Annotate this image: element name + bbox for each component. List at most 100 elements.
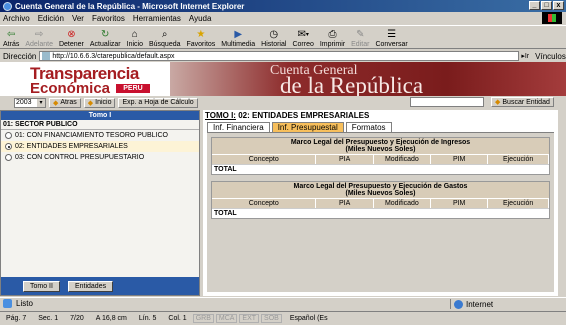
forward-arrow-icon: ⇨ — [34, 29, 44, 40]
address-input[interactable]: http://10.6.6.3/ctarepublica/default.asp… — [39, 51, 520, 61]
security-zone: Internet — [450, 299, 550, 309]
forward-button[interactable]: ⇨ Adelante — [22, 24, 56, 48]
banner-title-line2: de la República — [280, 73, 424, 96]
word-status-bar: Pág. 7 Sec. 1 7/20 A 16,8 cm Lín. 5 Col.… — [0, 311, 566, 325]
status-bar: Listo Internet — [0, 297, 566, 309]
menu-favoritos[interactable]: Favoritos — [92, 14, 125, 23]
word-pages: 7/20 — [70, 315, 84, 322]
menu-edicion[interactable]: Edición — [38, 14, 64, 23]
option-control-presupuestario[interactable]: 03: CON CONTROL PRESUPUESTARIO — [1, 152, 199, 163]
history-button[interactable]: ◷ Historial — [258, 24, 289, 48]
option-entidades-empresariales[interactable]: 02: ENTIDADES EMPRESARIALES — [1, 141, 199, 152]
home-button[interactable]: ⌂ Inicio — [124, 24, 146, 48]
discuss-label: Conversar — [375, 41, 408, 48]
content-panel: TOMO I: 02: ENTIDADES EMPRESARIALES Inf.… — [203, 110, 558, 296]
option-label: 02: ENTIDADES EMPRESARIALES — [15, 143, 128, 150]
col-modificado: Modificado — [374, 199, 432, 208]
ingresos-table: Marco Legal del Presupuesto y Ejecución … — [211, 137, 550, 175]
word-page: Pág. 7 — [6, 315, 27, 322]
discuss-button[interactable]: ☰ Conversar — [372, 24, 410, 48]
discuss-icon: ☰ — [387, 29, 397, 40]
word-position: A 16,8 cm — [95, 315, 127, 322]
col-concepto: Concepto — [212, 199, 317, 208]
table-header-row: Concepto PIA Modificado PIM Ejecución — [212, 198, 549, 208]
refresh-button[interactable]: ↻ Actualizar — [87, 24, 124, 48]
tab-inf-financiera[interactable]: Inf. Financiera — [207, 122, 270, 132]
sector-label: 01: SECTOR PUBLICO — [1, 120, 199, 130]
mail-icon: ✉ ▾ — [297, 29, 309, 40]
table-row: TOTAL — [212, 208, 549, 218]
mail-label: Correo — [292, 41, 314, 48]
left-footer: Tomo II Entidades — [1, 277, 199, 295]
entidades-button[interactable]: Entidades — [67, 280, 114, 292]
favorites-icon: ★ — [196, 29, 206, 40]
menu-ver[interactable]: Ver — [72, 14, 84, 23]
back-button[interactable]: ⇦ Atrás — [0, 24, 22, 48]
edit-icon: ✎ — [356, 29, 365, 40]
edit-button[interactable]: ✎ Editar — [348, 24, 372, 48]
word-ext[interactable]: EXT — [239, 314, 260, 323]
back-arrow-icon: ⇦ — [6, 29, 16, 40]
print-button[interactable]: ⎙ Imprimir — [317, 24, 348, 48]
word-section: Sec. 1 — [38, 315, 59, 322]
zone-label: Internet — [466, 299, 494, 309]
page-done-icon — [3, 299, 12, 308]
menu-archivo[interactable]: Archivo — [3, 14, 30, 23]
ie-icon — [3, 1, 12, 11]
entity-search-input[interactable] — [410, 97, 484, 107]
address-bar: Dirección http://10.6.6.3/ctarepublica/d… — [0, 50, 566, 62]
menu-herramientas[interactable]: Herramientas — [133, 14, 181, 23]
radio-button[interactable] — [5, 154, 12, 161]
page-icon — [42, 52, 51, 60]
radio-button[interactable] — [5, 132, 12, 139]
year-select[interactable]: 2003 ▾ — [14, 97, 46, 108]
window-titlebar: Cuenta General de la República - Microso… — [0, 0, 566, 12]
close-button[interactable]: x — [553, 1, 564, 10]
word-ovr[interactable]: SOB — [261, 314, 282, 323]
word-column: Col. 1 — [168, 315, 187, 322]
tab-inf-presupuestal[interactable]: Inf. Presupuestal — [271, 122, 344, 132]
favorites-button[interactable]: ★ Favoritos — [184, 24, 219, 48]
history-label: Historial — [261, 41, 287, 48]
search-label: Búsqueda — [148, 41, 181, 48]
site-nav: 2003 ▾ ◆ Atras ◆ Inicio Exp. a Hoja de Cál… — [0, 96, 566, 109]
home-nav-button[interactable]: ◆ Inicio — [83, 97, 116, 108]
tab-formatos[interactable]: Formatos — [345, 122, 392, 132]
search-button[interactable]: ⌕ Búsqueda — [146, 24, 184, 48]
go-button[interactable]: ▸Ir — [521, 52, 529, 60]
links-button[interactable]: Vínculos — [535, 52, 566, 61]
table-subtitle: (Miles Nuevos Soles) — [212, 190, 549, 198]
stop-label: Detener — [58, 41, 84, 48]
table-title: Marco Legal del Presupuesto y Ejecución … — [212, 182, 549, 190]
mail-button[interactable]: ✉ ▾ Correo — [289, 24, 316, 48]
gastos-table: Marco Legal del Presupuesto y Ejecución … — [211, 181, 550, 219]
tab-strip: Inf. Financiera Inf. Presupuestal Format… — [207, 122, 558, 132]
col-pim: PIM — [431, 199, 489, 208]
word-rec[interactable]: GRB — [192, 314, 214, 323]
menu-ayuda[interactable]: Ayuda — [189, 14, 212, 23]
minimize-button[interactable]: _ — [529, 1, 540, 10]
radio-button-selected[interactable] — [5, 143, 12, 150]
go-label: Ir — [524, 53, 530, 60]
col-concepto: Concepto — [212, 155, 317, 164]
option-tesoro-publico[interactable]: 01: CON FINANCIAMIENTO TESORO PUBLICO — [1, 130, 199, 141]
tomo-tree-panel: Tomo I 01: SECTOR PUBLICO 01: CON FINANC… — [0, 110, 200, 296]
tomo-title-text: 02: ENTIDADES EMPRESARIALES — [238, 111, 370, 120]
refresh-icon: ↻ — [101, 29, 110, 40]
logo-badge: PERU — [116, 84, 150, 93]
address-url: http://10.6.6.3/ctarepublica/default.asp… — [52, 52, 175, 60]
tomo-ii-button[interactable]: Tomo II — [23, 280, 60, 292]
maximize-button[interactable]: □ — [541, 1, 552, 10]
back-nav-button[interactable]: ◆ Atras — [49, 97, 81, 108]
print-label: Imprimir — [319, 41, 346, 48]
search-icon: ⌕ — [161, 29, 168, 40]
stop-button[interactable]: ⊗ Detener — [56, 24, 87, 48]
forward-label: Adelante — [25, 41, 53, 48]
globe-icon — [454, 299, 463, 309]
media-button[interactable]: ▶ Multimedia — [218, 24, 258, 48]
tab-content: Marco Legal del Presupuesto y Ejecución … — [207, 132, 554, 292]
word-trk[interactable]: MCA — [215, 314, 238, 323]
search-entity-button[interactable]: ◆ Buscar Entidad — [491, 97, 554, 107]
back-nav-label: Atras — [60, 99, 77, 106]
export-button[interactable]: Exp. a Hoja de Cálculo — [118, 97, 198, 108]
